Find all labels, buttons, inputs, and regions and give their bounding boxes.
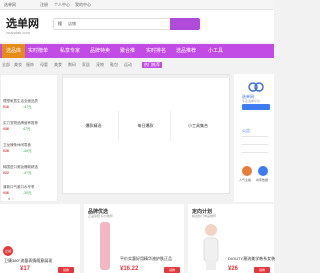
left-row-2-price: ¥36 [3,127,9,131]
carousel-dots[interactable]: ● ○ [8,196,14,201]
left-row-4-text[interactable]: 韩国进口美妆爆款精选 [3,165,38,170]
nav-item-recommend[interactable]: 选品推荐 [176,44,196,58]
search-input[interactable]: 搜 店铺 [53,18,171,30]
bottom-section: 卫康360°流量表情随意展现 ¥17 领券 品牌优选 正品保障 好价推荐 平价实… [0,204,275,273]
right-label-merchant: 商家数据 [256,178,269,182]
bottom-col-3-button[interactable]: 领券 [254,267,270,273]
category-all[interactable]: 全部 [2,62,10,68]
category-bags[interactable]: 鞋包 [110,62,118,68]
top-bar-user-center[interactable]: 个人中心 [54,0,70,10]
left-row-2-text[interactable]: 实力宠物品牌营养推荐 [3,121,38,126]
category-pet[interactable]: 宠物 [96,62,104,68]
bottom-col-3-text[interactable]: DIOUTY潮流美学韩系女装 [228,256,275,262]
divider [242,152,268,153]
category-hot[interactable]: 热门推荐 [142,62,162,68]
nav-item-select-library[interactable]: 选品库 [2,44,26,58]
divider [242,136,268,137]
top-bar: 选单网 注册 个人中心 我的中心 [0,0,274,10]
left-row-3-price: ¥26 [3,149,9,153]
banner-card-1[interactable]: 爆款精选 [69,111,119,141]
search-tab-shops[interactable]: 店铺 [68,21,76,27]
category-home[interactable]: 家居 [82,62,90,68]
left-row-5-sub: -30元 [23,191,32,195]
category-baby[interactable]: 母婴 [40,62,48,68]
left-row-3-text[interactable]: 卫龙辣条休闲零食 [3,143,31,148]
product-model-image[interactable] [198,222,224,270]
banner-card-3[interactable]: 小工具集合 [173,111,223,141]
search-tab-products[interactable]: 搜 [58,21,62,27]
left-row-1-text[interactable]: 理想家居生活全面品质 [3,99,38,104]
right-panel: 选单网 专业选单平台 公告 人气主播 商家数据 [234,74,274,202]
left-row-1-price: ¥16 [3,105,9,109]
tab-notice[interactable]: 公告 [242,128,250,134]
left-row-4-price: ¥22 [3,171,9,175]
top-bar-site[interactable]: 选单网 [4,0,16,10]
search-button[interactable] [170,18,200,30]
nav-item-expert[interactable]: 私享专家 [60,44,80,58]
bottom-col-1[interactable]: 卫康360°流量表情随意展现 ¥17 领券 [0,204,80,273]
left-row-5-price: ¥36 [3,191,9,195]
bottom-col-1-price: ¥17 [20,266,31,272]
left-row-5-text[interactable]: 清新口气漱口水专享 [3,185,35,190]
site-logo-sub: xuandan.com [6,30,31,35]
nav-item-tools[interactable]: 小工具 [208,44,223,58]
category-food[interactable]: 美食 [54,62,62,68]
login-button[interactable] [242,104,270,110]
product-bottle-image[interactable] [100,222,110,270]
bottom-col-3-price: ¥26 [228,266,239,272]
category-digital[interactable]: 数码 [68,62,76,68]
left-row-3-sub: -40元 [23,149,32,153]
bottom-col-2-sub: 正品保障 好价推荐 [88,214,113,218]
bottom-col-2[interactable]: 品牌优选 正品保障 好价推荐 平价实惠好用精华液护肤正品 ¥16.22 领券 [84,204,184,273]
nav-item-brand-sale[interactable]: 品牌特卖 [90,44,110,58]
top-bar-register[interactable]: 注册 [40,0,48,10]
bottom-col-1-button[interactable]: 领券 [58,267,74,273]
nav-item-rank[interactable]: 实时排名 [146,44,166,58]
category-beauty[interactable]: 美妆 [14,62,22,68]
center-banner[interactable]: 爆款精选 每日爆款 小工具集合 [62,74,231,194]
bottom-col-1-text[interactable]: 卫康360°流量表情随意展现 [4,258,52,264]
main-nav: 选品库 实时榜单 私享专家 品牌特卖 聚合推 实时排名 选品推荐 小工具 [0,44,274,58]
bottom-col-2-text[interactable]: 平价实惠好用精华液护肤正品 [120,256,172,262]
left-row-1-sub: -47元 [23,105,32,109]
brand-subtitle: 专业选单平台 [242,99,261,103]
category-bar: 全部 美妆 服饰 母婴 美食 数码 家居 宠物 鞋包 运动 热门推荐 [0,62,274,70]
left-product-panel: 理想家居生活全面品质 ¥16 -47元 实力宠物品牌营养推荐 ¥36 47元 卫… [0,74,58,202]
banner-top-strip [63,75,231,78]
category-clothes[interactable]: 服饰 [26,62,34,68]
bottom-col-2-price: ¥16.22 [120,266,139,272]
discount-badge: 立减 [3,246,13,256]
avatar[interactable] [242,166,252,176]
nav-item-aggregate[interactable]: 聚合推 [120,44,135,58]
header: 选单网 xuandan.com 搜 店铺 [0,10,274,42]
site-logo[interactable]: 选单网 [6,15,39,31]
category-sport[interactable]: 运动 [124,62,132,68]
brand-logo-icon [248,82,264,92]
banner-card-2[interactable]: 每日爆款 [121,111,171,141]
nav-item-live-rank[interactable]: 实时榜单 [28,44,48,58]
avatar[interactable] [258,166,268,176]
left-row-4-sub: -47元 [23,171,32,175]
top-bar-my-center[interactable]: 我的中心 [75,0,91,10]
bottom-col-2-button[interactable]: 领券 [164,267,180,273]
left-row-2-sub: 47元 [23,127,31,131]
right-label-streamer: 人气主播 [239,178,252,182]
bottom-col-3-sub: 精选热门单品推荐 [192,214,217,218]
divider [242,144,268,145]
